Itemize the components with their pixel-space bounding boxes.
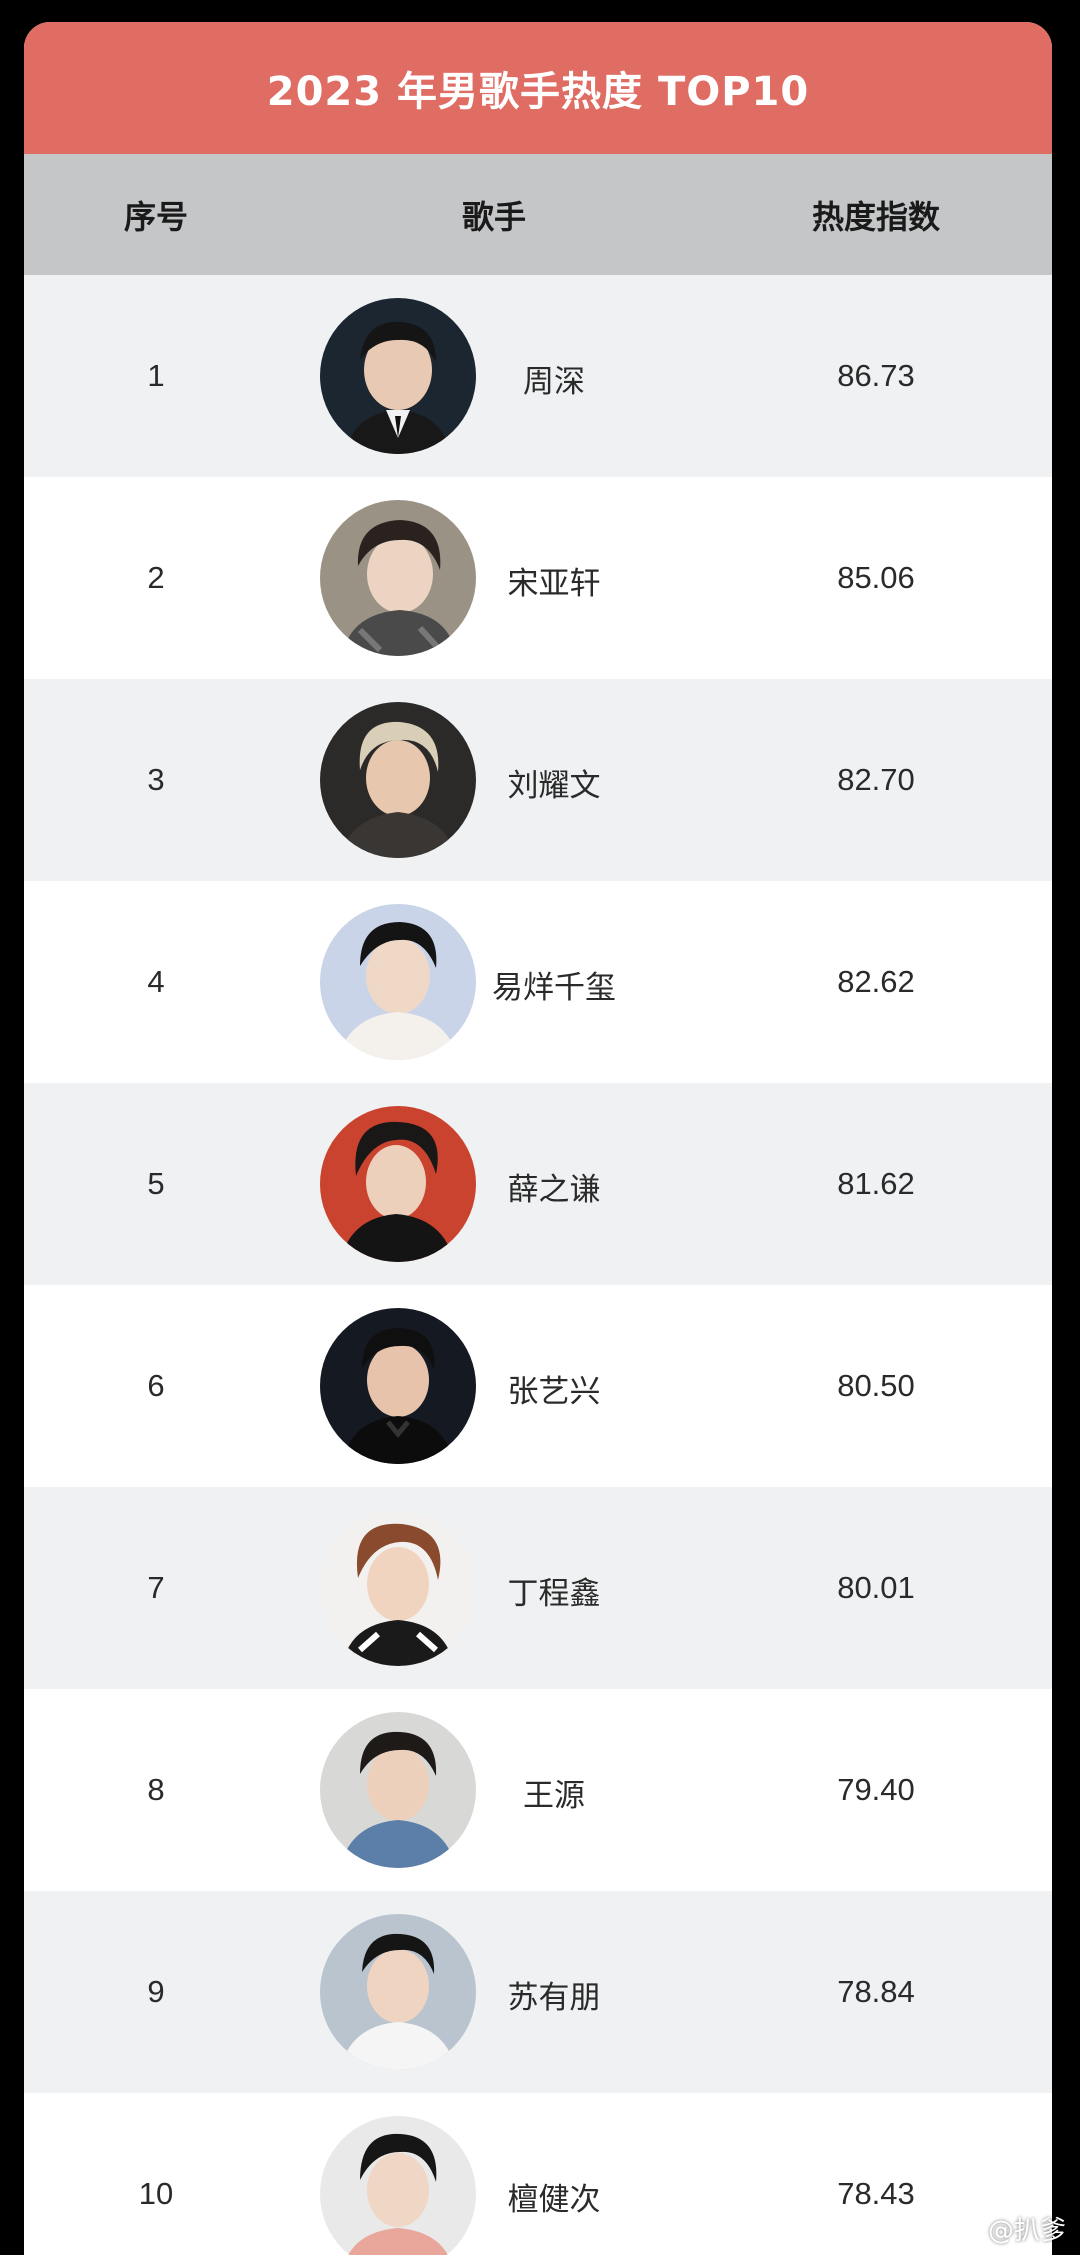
table-row: 6 张艺兴 80.50 bbox=[24, 1285, 1052, 1487]
heat-cell: 85.06 bbox=[837, 560, 915, 595]
rank-cell: 5 bbox=[147, 1166, 165, 1201]
avatar bbox=[320, 1914, 476, 2070]
singer-name: 檀健次 bbox=[507, 2182, 601, 2218]
rank-cell: 3 bbox=[147, 762, 165, 797]
avatar bbox=[320, 702, 476, 858]
rank-cell: 1 bbox=[147, 358, 165, 393]
avatar bbox=[320, 1106, 476, 1262]
page-title: 2023 年男歌手热度 TOP10 bbox=[24, 22, 1052, 154]
heat-cell: 79.40 bbox=[837, 1772, 915, 1807]
heat-cell: 78.84 bbox=[837, 1974, 915, 2009]
header-rank: 序号 bbox=[123, 197, 188, 236]
singer-name: 宋亚轩 bbox=[507, 566, 601, 602]
table-row: 9 苏有朋 78.84 bbox=[24, 1891, 1052, 2093]
heat-cell: 80.50 bbox=[837, 1368, 915, 1403]
avatar bbox=[320, 1308, 476, 1464]
table-row: 3 刘耀文 82.70 bbox=[24, 679, 1052, 881]
avatar bbox=[320, 1510, 476, 1666]
avatar bbox=[320, 298, 476, 454]
rank-cell: 7 bbox=[147, 1570, 165, 1605]
singer-name: 周深 bbox=[523, 364, 585, 400]
rank-cell: 8 bbox=[147, 1772, 165, 1807]
avatar bbox=[320, 2116, 476, 2255]
heat-cell: 82.70 bbox=[837, 762, 915, 797]
singer-name: 薛之谦 bbox=[507, 1172, 601, 1208]
singer-name: 刘耀文 bbox=[507, 768, 601, 804]
heat-cell: 86.73 bbox=[837, 358, 915, 393]
heat-cell: 80.01 bbox=[837, 1570, 915, 1605]
singer-name: 张艺兴 bbox=[507, 1374, 601, 1410]
table-row: 1 周深 86.73 bbox=[24, 275, 1052, 477]
rank-cell: 10 bbox=[138, 2176, 174, 2211]
rank-cell: 6 bbox=[147, 1368, 165, 1403]
rank-cell: 4 bbox=[147, 964, 165, 999]
table-body: 1 周深 86.73 2 宋亚轩 85.06 3 刘耀文 82.70 4 易烊千… bbox=[24, 275, 1052, 2255]
singer-name: 王源 bbox=[523, 1778, 585, 1814]
header-singer: 歌手 bbox=[461, 197, 526, 236]
table-row: 2 宋亚轩 85.06 bbox=[24, 477, 1052, 679]
avatar bbox=[320, 500, 476, 656]
ranking-card: 2023 年男歌手热度 TOP10 序号 歌手 热度指数 1 周深 86.73 … bbox=[24, 22, 1052, 2255]
watermark: @扒爹 bbox=[951, 2210, 1066, 2247]
table-row: 5 薛之谦 81.62 bbox=[24, 1083, 1052, 1285]
rank-cell: 2 bbox=[147, 560, 165, 595]
watermark-text: @扒爹 bbox=[987, 2216, 1066, 2246]
header-heat: 热度指数 bbox=[811, 197, 940, 236]
rank-cell: 9 bbox=[147, 1974, 165, 2009]
table-row: 8 王源 79.40 bbox=[24, 1689, 1052, 1891]
heat-cell: 82.62 bbox=[837, 964, 915, 999]
heat-cell: 81.62 bbox=[837, 1166, 915, 1201]
avatar bbox=[320, 1712, 476, 1868]
heat-cell: 78.43 bbox=[837, 2176, 915, 2211]
singer-name: 丁程鑫 bbox=[507, 1576, 601, 1612]
table-row: 4 易烊千玺 82.62 bbox=[24, 881, 1052, 1083]
singer-name: 苏有朋 bbox=[507, 1980, 601, 2016]
weibo-icon bbox=[951, 2216, 982, 2242]
table-header: 序号 歌手 热度指数 bbox=[24, 154, 1052, 275]
table-row: 10 檀健次 78.43 bbox=[24, 2093, 1052, 2255]
table-row: 7 丁程鑫 80.01 bbox=[24, 1487, 1052, 1689]
singer-name: 易烊千玺 bbox=[492, 970, 616, 1006]
avatar bbox=[320, 904, 476, 1060]
